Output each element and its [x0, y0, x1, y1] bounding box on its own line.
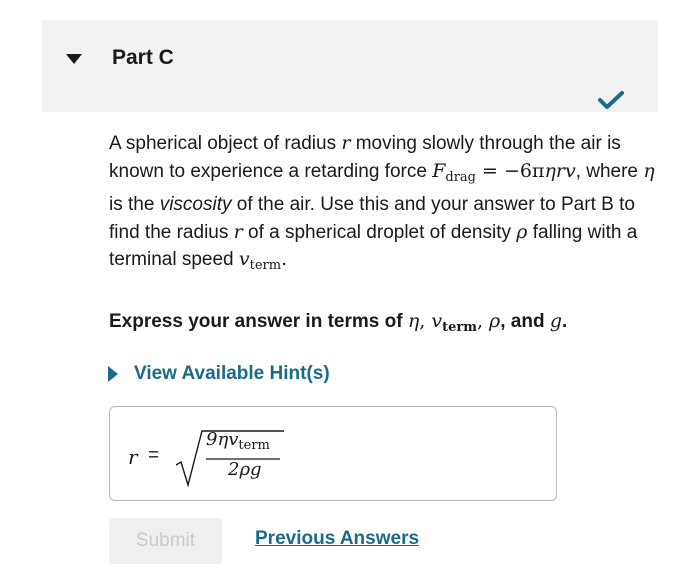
- math-equals: = −6π: [475, 159, 545, 182]
- separator: ,: [419, 310, 432, 332]
- math-var-eta: η: [407, 310, 420, 332]
- caret-down-icon[interactable]: [66, 54, 82, 64]
- math-subscript-term: term: [442, 320, 477, 335]
- separator: ,: [476, 310, 490, 332]
- math-var-r: r: [233, 220, 243, 243]
- part-header[interactable]: Part C: [42, 20, 658, 112]
- express-text: .: [562, 311, 568, 332]
- question-text-segment: is the: [109, 194, 160, 215]
- math-force: F: [432, 159, 446, 182]
- math-var-eta: η: [643, 159, 655, 182]
- numerator-main: 9ηv: [206, 429, 239, 450]
- answer-denominator: 2ρg: [228, 459, 262, 480]
- express-text: , and: [500, 311, 550, 332]
- viscosity-term: viscosity: [159, 194, 232, 215]
- math-var-v: v: [431, 310, 443, 332]
- numerator-subscript: term: [238, 438, 270, 453]
- math-var-g: g: [549, 310, 563, 332]
- math-period: .: [281, 248, 288, 270]
- answer-equals: =: [148, 445, 160, 466]
- math-var-rho: ρ: [516, 220, 528, 243]
- math-var-v: v: [238, 248, 250, 270]
- math-var-rho: ρ: [489, 310, 501, 332]
- express-text: Express your answer in terms of: [109, 311, 408, 332]
- question-text-segment: of a spherical droplet of density: [242, 221, 517, 243]
- view-hints-label[interactable]: View Available Hint(s): [134, 363, 330, 385]
- math-vars: ηrv: [544, 159, 576, 182]
- checkmark-icon: [598, 91, 624, 109]
- math-subscript-term: term: [249, 258, 282, 273]
- question-text-segment: A spherical object of radius: [109, 133, 342, 154]
- view-hints-toggle[interactable]: View Available Hint(s): [108, 362, 330, 386]
- answer-box[interactable]: r = 9ηvterm 2ρg: [109, 406, 557, 501]
- submit-button[interactable]: Submit: [109, 518, 222, 564]
- previous-answers-link[interactable]: Previous Answers: [255, 528, 419, 550]
- part-title: Part C: [112, 46, 174, 69]
- question-text-segment: , where: [575, 160, 644, 182]
- express-instruction: Express your answer in terms of η, vterm…: [109, 310, 669, 335]
- question-text: A spherical object of radius r moving sl…: [109, 130, 664, 280]
- math-subscript-drag: drag: [445, 169, 476, 185]
- answer-numerator: 9ηvterm: [206, 429, 270, 453]
- answer-variable: r: [128, 445, 138, 469]
- caret-right-icon[interactable]: [108, 366, 118, 382]
